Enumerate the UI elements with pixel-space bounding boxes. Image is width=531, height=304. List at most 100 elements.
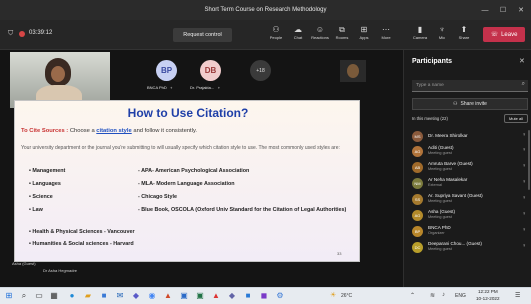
chat-icon: ☁ bbox=[294, 25, 302, 34]
participant-row[interactable]: AB Amruta Barve (Guest) Meeting guest ♆ bbox=[412, 161, 528, 176]
chat-button[interactable]: ☁ Chat bbox=[287, 24, 309, 40]
participant-row[interactable]: AG Aditi (Guest) Meeting guest ♆ bbox=[412, 145, 528, 160]
shield-icon: ⛉ bbox=[8, 30, 14, 37]
participant-name: Ar. Supriya Savant (Guest) bbox=[428, 193, 483, 198]
tile-name-bp-label: BNCA PhD bbox=[147, 85, 167, 90]
participants-heading: Participants bbox=[412, 58, 453, 65]
task-view-icon[interactable]: ▭ bbox=[34, 291, 44, 301]
participant-avatar: DC bbox=[412, 242, 423, 253]
presenter-face bbox=[51, 66, 65, 82]
meeting-app-icon[interactable]: ◆ bbox=[227, 291, 237, 301]
reactions-icon: ☺ bbox=[315, 25, 325, 34]
share-button[interactable]: ⬆ Share bbox=[453, 24, 475, 40]
store-icon[interactable]: ■ bbox=[99, 291, 109, 301]
app-icon[interactable]: ■ bbox=[243, 291, 253, 301]
search-input[interactable]: Type a name ⌕ bbox=[412, 80, 528, 92]
tray-chevron-icon[interactable]: ⌃ bbox=[410, 292, 415, 299]
participant-row[interactable]: DC Deeparani Chou... (Guest) Meeting gue… bbox=[412, 241, 528, 256]
slide-item-style: - APA- American Psychological Associatio… bbox=[138, 168, 250, 174]
onenote-icon[interactable]: ◼ bbox=[259, 291, 269, 301]
clock-date[interactable]: 10-12-2022 bbox=[476, 296, 500, 301]
citation-style-link[interactable]: citation style bbox=[96, 128, 131, 134]
search-icon[interactable]: ⌕ bbox=[19, 291, 29, 301]
request-control-label: Request control bbox=[183, 32, 222, 38]
participant-name: Deeparani Chou... (Guest) bbox=[428, 241, 482, 246]
participant-name: Asha (Guest) bbox=[428, 209, 456, 214]
slide-extra-text: Health & Physical Sciences - Vancouver bbox=[32, 229, 135, 235]
reactions-label: Reactions bbox=[311, 35, 329, 40]
tile-name-bp: BNCA PhD ♆ bbox=[147, 85, 173, 90]
request-control-button[interactable]: Request control bbox=[173, 28, 232, 42]
mute-all-label: Mute all bbox=[508, 116, 523, 121]
participant-row[interactable]: NM Ar Neha Masalekar External ♆ bbox=[412, 177, 528, 192]
mic-icon: ♆ bbox=[439, 25, 445, 34]
search-icon: ⌕ bbox=[521, 81, 525, 87]
weather-icon[interactable]: ☀ bbox=[330, 291, 336, 299]
windows-start-icon[interactable]: ⊞ bbox=[4, 291, 14, 301]
word-icon[interactable]: ▣ bbox=[179, 291, 189, 301]
reactions-button[interactable]: ☺ Reactions bbox=[309, 24, 331, 40]
volume-icon[interactable]: ♪ bbox=[442, 292, 445, 298]
avatar-db[interactable]: DB bbox=[200, 60, 221, 81]
overflow-participants-button[interactable]: +18 bbox=[250, 60, 271, 81]
file-explorer-icon[interactable]: ▰ bbox=[83, 291, 93, 301]
tile-name-db-label: Dr. Prajakta... bbox=[190, 85, 215, 90]
participant-row[interactable]: AG Asha (Guest) Meeting guest ♆ bbox=[412, 209, 528, 224]
panel-scrollbar[interactable] bbox=[528, 130, 530, 190]
more-button[interactable]: ⋯ More bbox=[375, 24, 397, 40]
maximize-button[interactable]: ☐ bbox=[494, 0, 512, 20]
mic-muted-icon: ♆ bbox=[522, 227, 526, 233]
participant-role: External bbox=[428, 183, 442, 187]
share-invite-button[interactable]: ⚇ Share invite bbox=[412, 98, 528, 110]
meeting-timer: 03:39:12 bbox=[29, 30, 53, 36]
powerpoint-icon[interactable]: ▲ bbox=[163, 291, 173, 301]
mic-muted-icon: ♆ bbox=[522, 179, 526, 185]
minimize-button[interactable]: — bbox=[476, 0, 494, 20]
people-button[interactable]: ⚇ People bbox=[265, 24, 287, 40]
participant-row[interactable]: SS Ar. Supriya Savant (Guest) Meeting gu… bbox=[412, 193, 528, 208]
presenter-name-label: Dr Asha Hegmadre bbox=[43, 268, 78, 273]
teams-icon[interactable]: ◆ bbox=[131, 291, 141, 301]
camera-icon: ▮ bbox=[417, 25, 423, 34]
leave-button[interactable]: ☏ Leave bbox=[483, 27, 525, 42]
meeting-section-toggle[interactable]: In this meeting (22) bbox=[412, 116, 448, 121]
apps-icon: ⊞ bbox=[360, 25, 368, 34]
participant-row[interactable]: MS Dr. Meera Shirolkar ♆ bbox=[412, 130, 528, 145]
participant-avatar: AB bbox=[412, 162, 423, 173]
pdf-reader-icon[interactable]: ▲ bbox=[211, 291, 221, 301]
mail-icon[interactable]: ✉ bbox=[115, 291, 125, 301]
participant-name: BNCA PhD bbox=[428, 225, 451, 230]
camera-button[interactable]: ▮ Camera bbox=[409, 24, 431, 40]
windows-taskbar: ⊞ ⌕ ▭ ▦ ● ▰ ■ ✉ ◆ ◉ ▲ ▣ ▣ ▲ ◆ ■ ◼ ⚙ ☀ 26… bbox=[0, 287, 531, 304]
settings-icon[interactable]: ⚙ bbox=[275, 291, 285, 301]
excel-icon[interactable]: ▣ bbox=[195, 291, 205, 301]
slide-intro: Your university department or the journa… bbox=[21, 145, 340, 151]
edge-browser-icon[interactable]: ● bbox=[67, 291, 77, 301]
participant-video-thumb[interactable] bbox=[340, 60, 366, 82]
tile-name-db: Dr. Prajakta... ♆ bbox=[190, 85, 220, 90]
close-panel-icon[interactable]: ✕ bbox=[519, 57, 525, 65]
chrome-icon[interactable]: ◉ bbox=[147, 291, 157, 301]
mic-muted-icon: ♆ bbox=[522, 163, 526, 169]
notification-icon[interactable]: ☰ bbox=[515, 292, 520, 299]
mic-muted-icon: ♆ bbox=[522, 147, 526, 153]
participant-role: Meeting guest bbox=[428, 151, 452, 155]
avatar-bp[interactable]: BP bbox=[156, 60, 177, 81]
close-window-button[interactable]: ✕ bbox=[512, 0, 530, 20]
participant-row[interactable]: BP BNCA PhD Organizer ♆ bbox=[412, 225, 528, 240]
apps-label: Apps bbox=[359, 35, 369, 40]
people-icon: ⚇ bbox=[272, 25, 280, 34]
people-label: People bbox=[269, 35, 283, 40]
network-icon[interactable]: ≋ bbox=[430, 292, 435, 299]
mic-button[interactable]: ♆ Mic bbox=[431, 24, 453, 40]
participant-avatar: BP bbox=[412, 226, 423, 237]
apps-button[interactable]: ⊞ Apps bbox=[353, 24, 375, 40]
slide-title: How to Use Citation? bbox=[127, 106, 249, 120]
mic-muted-icon: ♆ bbox=[522, 132, 526, 138]
share-icon: ⬆ bbox=[460, 25, 468, 34]
rooms-button[interactable]: ⧉ Rooms bbox=[331, 24, 353, 40]
language-indicator[interactable]: ENG bbox=[455, 293, 466, 299]
clock-time[interactable]: 12:22 PM bbox=[478, 289, 498, 294]
mute-all-button[interactable]: Mute all bbox=[504, 114, 528, 123]
widgets-icon[interactable]: ▦ bbox=[49, 291, 59, 301]
